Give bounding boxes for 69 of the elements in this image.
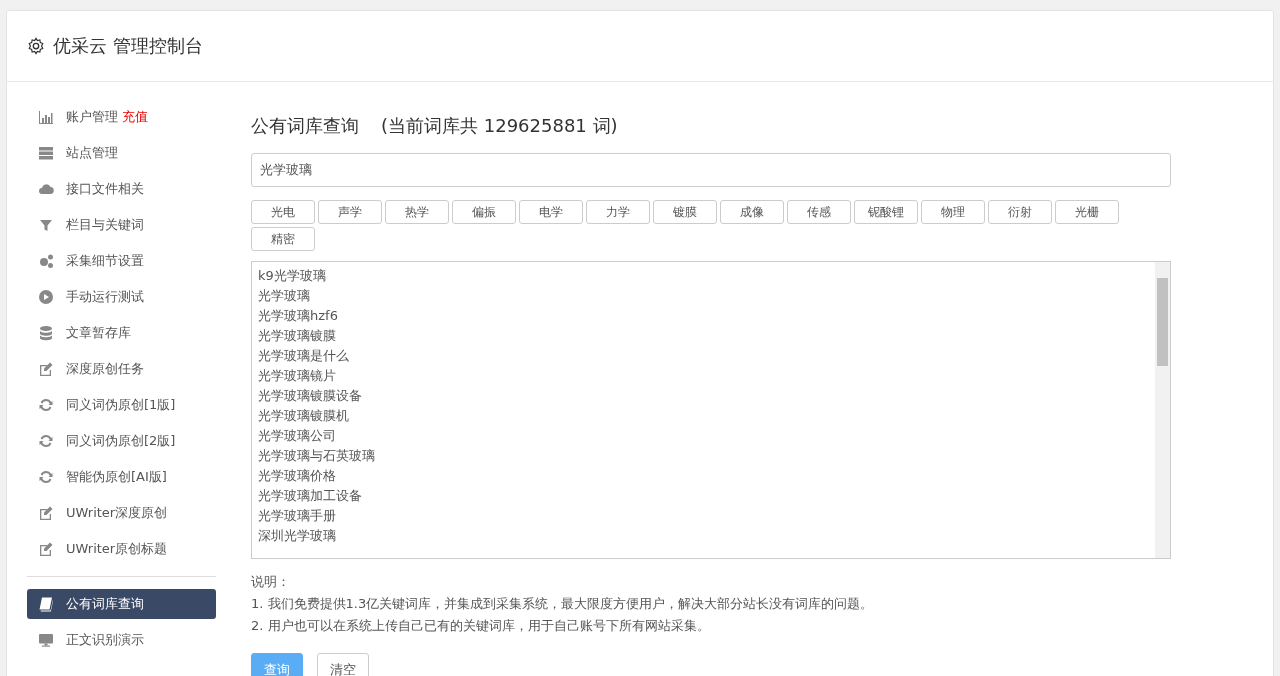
database-icon [38, 325, 54, 341]
note-text: 1. 我们免费提供1.3亿关键词库，并集成到采集系统，最大限度方便用户，解决大部分站长没有词库的问题。 [251, 595, 875, 613]
monitor-icon [38, 632, 54, 648]
sidebar-item[interactable]: 文章暂存库 [27, 318, 216, 348]
tag-button[interactable]: 镀膜 [653, 200, 717, 224]
result-item[interactable]: 光学玻璃公司 [258, 426, 1149, 446]
play-icon [38, 289, 54, 305]
sidebar-item[interactable]: UWriter深度原创 [27, 498, 216, 528]
tag-button[interactable]: 力学 [586, 200, 650, 224]
tag-button[interactable]: 声学 [318, 200, 382, 224]
edit-icon [38, 541, 54, 557]
result-item[interactable]: 光学玻璃镀膜设备 [258, 386, 1149, 406]
chart-icon [38, 109, 54, 125]
tag-button[interactable]: 光栅 [1055, 200, 1119, 224]
tag-button[interactable]: 传感 [787, 200, 851, 224]
tag-button[interactable]: 光电 [251, 200, 315, 224]
tag-button[interactable]: 精密 [251, 227, 315, 251]
result-item[interactable]: 光学玻璃镀膜机 [258, 406, 1149, 426]
note-text: 2. 用户也可以在系统上传自己已有的关键词库，用于自己账号下所有网站采集。 [251, 617, 711, 635]
result-item[interactable]: 光学玻璃镀膜 [258, 326, 1149, 346]
sidebar-item[interactable]: 智能伪原创[AI版] [27, 462, 216, 492]
refresh-icon [38, 397, 54, 413]
tag-button[interactable]: 偏振 [452, 200, 516, 224]
result-item[interactable]: 光学玻璃镜片 [258, 366, 1149, 386]
sidebar-item[interactable]: 公有词库查询 [27, 589, 216, 619]
result-item[interactable]: 光学玻璃加工设备 [258, 486, 1149, 506]
tag-button[interactable]: 物理 [921, 200, 985, 224]
tag-button[interactable]: 衍射 [988, 200, 1052, 224]
filter-icon [38, 217, 54, 233]
refresh-icon [38, 469, 54, 485]
sidebar-item[interactable]: 接口文件相关 [27, 174, 216, 204]
sidebar-item[interactable]: UWriter原创标题 [27, 534, 216, 564]
sidebar-item[interactable]: 栏目与关键词 [27, 210, 216, 240]
result-item[interactable]: k9光学玻璃 [258, 266, 1149, 286]
tag-button[interactable]: 成像 [720, 200, 784, 224]
recharge-link[interactable]: 充值 [122, 108, 148, 126]
sidebar-item[interactable]: 手动运行测试 [27, 282, 216, 312]
server-icon [38, 145, 54, 161]
result-item[interactable]: 光学玻璃 [258, 286, 1149, 306]
search-field[interactable]: 光学玻璃 [251, 153, 1171, 187]
result-item[interactable]: 光学玻璃价格 [258, 466, 1149, 486]
console-title: 优采云 管理控制台 [53, 34, 203, 58]
sidebar-item[interactable]: 深度原创任务 [27, 354, 216, 384]
result-item[interactable]: 光学玻璃手册 [258, 506, 1149, 526]
scrollbar[interactable] [1155, 262, 1170, 558]
result-item[interactable]: 光学玻璃是什么 [258, 346, 1149, 366]
settings-icon [27, 37, 45, 55]
tag-button[interactable]: 铌酸锂 [854, 200, 918, 224]
notes-title: 说明： [251, 573, 291, 591]
edit-icon [38, 361, 54, 377]
refresh-icon [38, 433, 54, 449]
book-icon [38, 596, 54, 612]
cloud-icon [38, 181, 54, 197]
sidebar-item[interactable]: 站点管理 [27, 138, 216, 168]
edit-icon [38, 505, 54, 521]
result-item[interactable]: 深圳光学玻璃 [258, 526, 1149, 546]
page-title: 公有词库查询 [251, 114, 359, 138]
sidebar-item[interactable]: 正文识别演示 [27, 625, 216, 655]
result-item[interactable]: 光学玻璃hzf6 [258, 306, 1149, 326]
clear-button[interactable]: 清空 [317, 653, 369, 676]
sidebar-item[interactable]: 账户管理 充值 [27, 102, 216, 132]
tag-button[interactable]: 热学 [385, 200, 449, 224]
sidebar-item[interactable]: 采集细节设置 [27, 246, 216, 276]
result-item[interactable]: 光学玻璃与石英玻璃 [258, 446, 1149, 466]
tag-button[interactable]: 电学 [519, 200, 583, 224]
sidebar-item[interactable]: 同义词伪原创[2版] [27, 426, 216, 456]
gears-icon [38, 253, 54, 269]
word-count: (当前词库共 129625881 词) [381, 114, 618, 138]
sidebar-item[interactable]: 同义词伪原创[1版] [27, 390, 216, 420]
